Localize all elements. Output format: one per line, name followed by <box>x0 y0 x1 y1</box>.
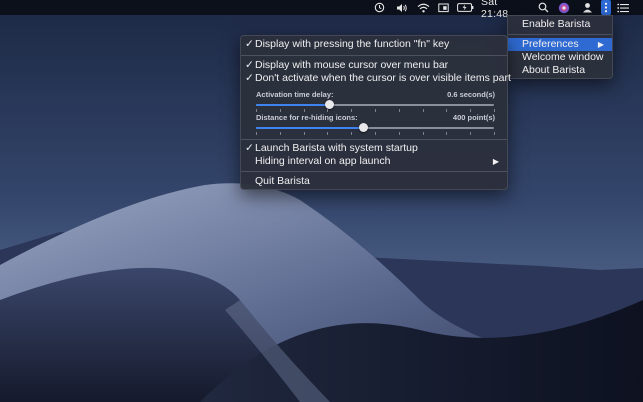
preferences-submenu: ✓ Display with pressing the function "fn… <box>240 35 511 190</box>
slider-fill <box>256 104 330 106</box>
barista-icon[interactable] <box>601 0 611 15</box>
siri-icon[interactable] <box>557 0 571 15</box>
menu-bar: Sat 21:48 <box>0 0 643 20</box>
slider-fill <box>256 127 364 129</box>
slider-tick <box>351 109 353 112</box>
separator <box>241 139 507 140</box>
rehide-distance-slider[interactable] <box>256 123 494 132</box>
list-icon[interactable] <box>616 0 630 15</box>
slider-ticks <box>256 132 495 136</box>
submenu-arrow-icon: ▶ <box>492 157 499 166</box>
slider-knob[interactable] <box>325 100 335 109</box>
barista-menu: Enable Barista Preferences ▶ Welcome win… <box>507 15 613 79</box>
slider-tick <box>327 132 329 135</box>
slider-tick <box>494 132 495 135</box>
slider-tick <box>375 109 376 112</box>
search-icon[interactable] <box>537 0 550 15</box>
separator <box>241 171 507 172</box>
slider-tick <box>279 109 281 112</box>
slider-tick <box>446 109 448 112</box>
checkmark-icon: ✓ <box>245 38 254 50</box>
user-icon[interactable] <box>581 0 594 15</box>
slider-tick <box>398 109 400 112</box>
activation-delay-label: Activation time delay: <box>256 90 334 99</box>
submenu-arrow-icon: ▶ <box>597 40 604 49</box>
slider-tick <box>375 132 376 135</box>
slider-tick <box>470 109 472 112</box>
activation-delay-value: 0.6 second(s) <box>447 90 495 99</box>
battery-icon[interactable] <box>456 0 474 15</box>
checkmark-icon: ✓ <box>245 59 254 71</box>
slider-tick <box>494 109 495 112</box>
slider-tick <box>256 109 257 112</box>
separator <box>241 55 507 56</box>
slider-knob[interactable] <box>358 123 368 132</box>
display-icon[interactable] <box>437 0 450 15</box>
checkmark-icon: ✓ <box>245 142 254 154</box>
slider-tick <box>303 132 305 135</box>
slider-tick <box>256 132 257 135</box>
slider-tick <box>327 109 329 112</box>
rehide-distance-label: Distance for re-hiding icons: <box>256 113 358 122</box>
slider-tick <box>351 132 353 135</box>
slider-tick <box>398 132 400 135</box>
slider-tick <box>470 132 472 135</box>
slider-tick <box>303 109 305 112</box>
slider-tick <box>422 109 424 112</box>
slider-tick <box>422 132 424 135</box>
wifi-icon[interactable] <box>416 0 430 15</box>
separator <box>508 34 612 35</box>
volume-icon[interactable] <box>395 0 409 15</box>
time-machine-icon[interactable] <box>372 0 386 15</box>
checkmark-icon: ✓ <box>245 72 254 84</box>
slider-tick <box>279 132 281 135</box>
menubar-clock[interactable]: Sat 21:48 <box>481 0 527 20</box>
slider-tick <box>446 132 448 135</box>
activation-delay-slider[interactable] <box>256 100 494 109</box>
rehide-distance-value: 400 point(s) <box>452 113 495 122</box>
